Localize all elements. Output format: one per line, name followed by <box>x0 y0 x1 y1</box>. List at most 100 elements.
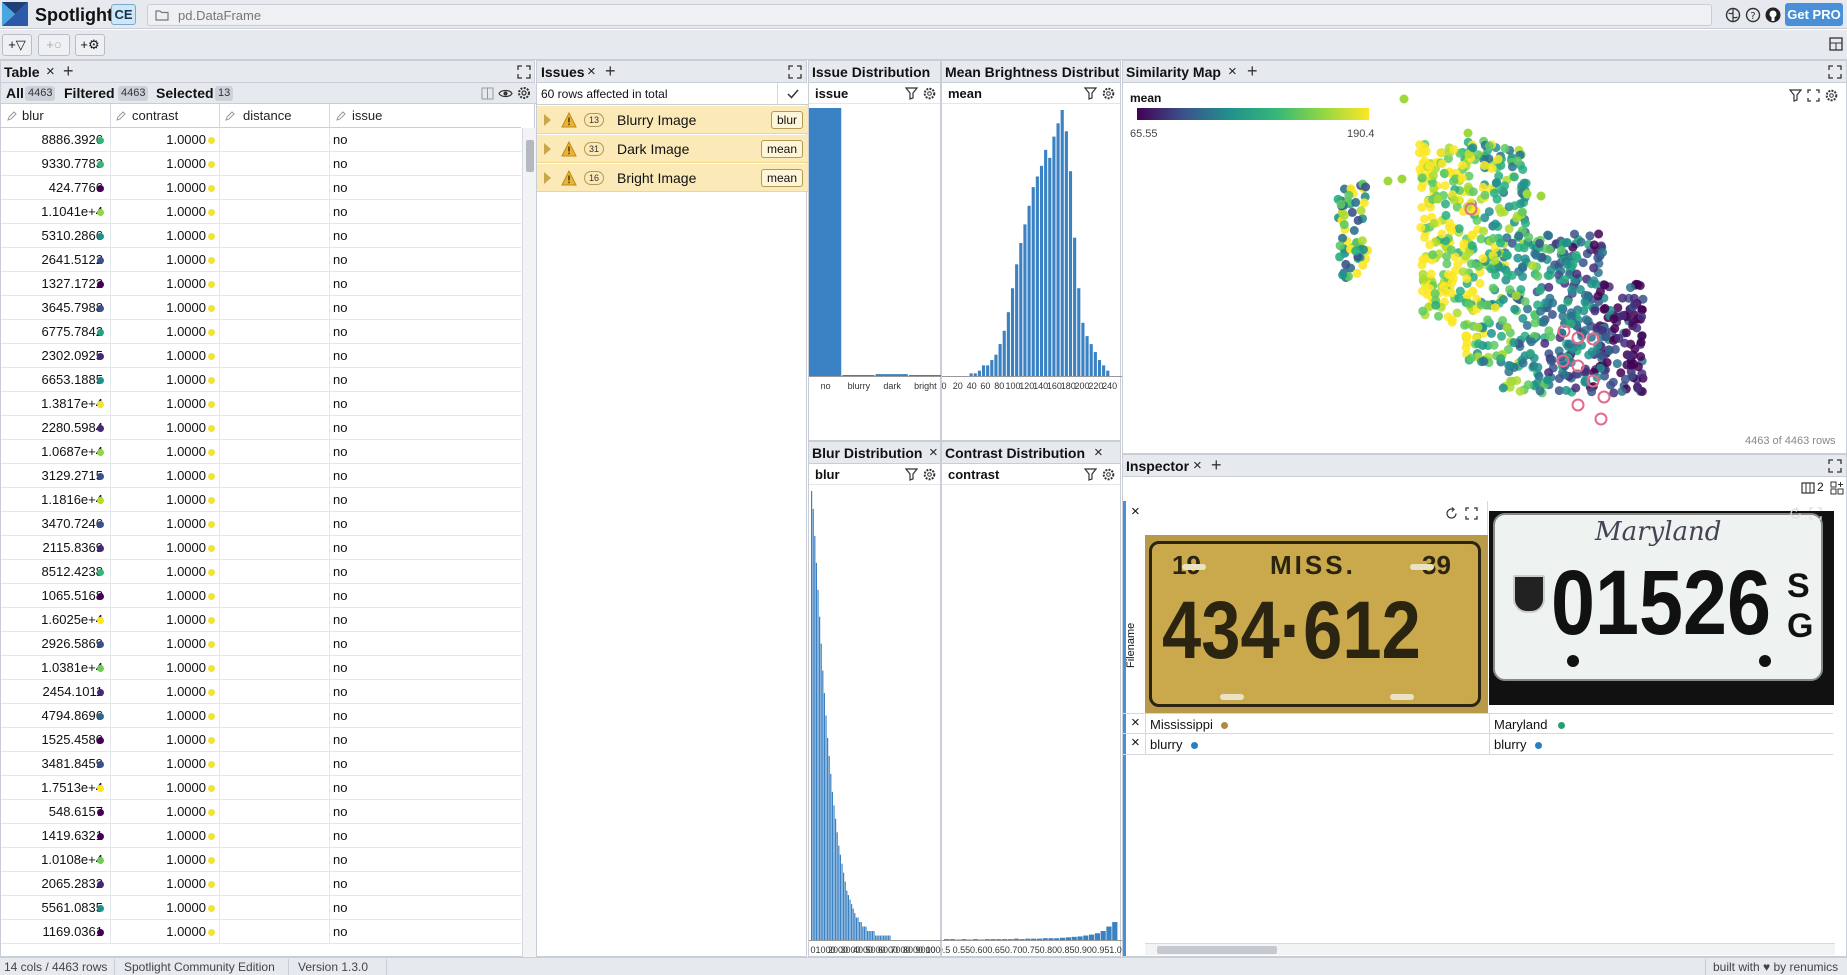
scatter-point[interactable] <box>1347 207 1357 217</box>
datasource-field[interactable]: pd.DataFrame <box>147 4 1712 26</box>
scatter-point[interactable] <box>1463 128 1473 138</box>
issue-column-chip[interactable]: blur <box>771 111 804 129</box>
scatter-point[interactable] <box>1589 276 1599 286</box>
scatter-point[interactable] <box>1441 210 1451 220</box>
scatter-point[interactable] <box>1442 259 1452 269</box>
bar-no[interactable] <box>809 108 842 376</box>
scatter-point[interactable] <box>1546 265 1556 275</box>
bar[interactable] <box>1112 922 1118 940</box>
scatter-point[interactable] <box>1594 229 1604 239</box>
bar[interactable] <box>827 737 829 940</box>
scatter-point[interactable] <box>1544 282 1554 292</box>
bar[interactable] <box>843 872 845 940</box>
column-header-contrast[interactable]: contrast <box>132 108 178 123</box>
scatter-point[interactable] <box>1515 386 1525 396</box>
bar[interactable] <box>1002 939 1008 940</box>
scatter-point[interactable] <box>1351 197 1361 207</box>
expand-icon[interactable] <box>544 172 551 184</box>
maximize-icon[interactable] <box>517 65 531 79</box>
all-rows-label[interactable]: All <box>6 85 24 101</box>
scatter-point[interactable] <box>1518 358 1528 368</box>
table-row[interactable]: 3470.7246 1.0000 no <box>1 512 521 536</box>
filter-icon[interactable] <box>905 87 918 100</box>
scatter-point[interactable] <box>1633 362 1643 372</box>
table-row[interactable]: 1327.1722 1.0000 no <box>1 272 521 296</box>
bar[interactable] <box>996 939 1002 940</box>
scatter-point[interactable] <box>1572 269 1582 279</box>
scatter-point[interactable] <box>1428 250 1438 260</box>
scatter-point[interactable] <box>1548 298 1558 308</box>
add-filter-button[interactable]: +▽ <box>2 34 32 56</box>
scatter-point[interactable] <box>1557 245 1566 255</box>
scatter-point[interactable] <box>1464 299 1474 309</box>
bar[interactable] <box>1060 110 1064 376</box>
close-icon[interactable]: × <box>587 63 596 80</box>
add-tab-icon[interactable]: + <box>63 61 74 82</box>
scatter-point[interactable] <box>1547 310 1557 319</box>
bar-dark[interactable] <box>875 374 908 376</box>
table-row[interactable]: 2115.8369 1.0000 no <box>1 536 521 560</box>
scatter-point[interactable] <box>1614 333 1624 343</box>
scatter-point[interactable] <box>1358 260 1368 270</box>
scatter-point[interactable] <box>1637 312 1647 322</box>
bar[interactable] <box>1010 288 1015 376</box>
issue-item[interactable]: 13 Blurry Image blur <box>537 106 808 134</box>
table-row[interactable]: 1169.0361 1.0000 no <box>1 920 521 944</box>
table-row[interactable]: 2926.5869 1.0000 no <box>1 632 521 656</box>
bar[interactable] <box>973 939 979 940</box>
close-icon[interactable]: × <box>929 444 938 461</box>
table-row[interactable]: 1.6025e+4 1.0000 no <box>1 608 521 632</box>
scatter-point[interactable] <box>1480 213 1490 223</box>
scatter-point[interactable] <box>1356 206 1366 215</box>
scatter-point[interactable] <box>1563 297 1573 307</box>
bar[interactable] <box>1013 938 1019 940</box>
scatter-point[interactable] <box>1466 353 1476 363</box>
scatter-point[interactable] <box>1425 240 1435 250</box>
scatter-point[interactable] <box>1554 374 1564 383</box>
table-row[interactable]: 8512.4238 1.0000 no <box>1 560 521 584</box>
tab-table[interactable]: Table <box>4 64 40 80</box>
bar[interactable] <box>1083 935 1089 940</box>
bar[interactable] <box>1036 938 1042 940</box>
maximize-icon[interactable] <box>788 65 802 79</box>
maximize-icon[interactable] <box>1828 459 1842 473</box>
scatter-point[interactable] <box>1462 338 1472 348</box>
table-row[interactable]: 1525.4580 1.0000 no <box>1 728 521 752</box>
scatter-point[interactable] <box>1428 171 1438 181</box>
image-card[interactable]: 19 MISS. 39 434·612 <box>1145 501 1488 713</box>
scatter-point[interactable] <box>1462 274 1472 284</box>
scatter-point[interactable] <box>1383 176 1393 186</box>
bar[interactable] <box>1031 187 1035 376</box>
bar[interactable] <box>847 895 849 940</box>
scatter-point[interactable] <box>1609 314 1619 324</box>
expand-icon[interactable] <box>1465 507 1478 520</box>
gear-icon[interactable] <box>517 86 531 100</box>
bar[interactable] <box>889 935 891 940</box>
table-row[interactable]: 8886.3926 1.0000 no <box>1 128 521 152</box>
column-header-distance[interactable]: distance <box>243 108 291 123</box>
bar[interactable] <box>1023 224 1027 376</box>
bar[interactable] <box>1060 937 1066 940</box>
add-similarity-filter-button[interactable]: +○ <box>38 34 70 56</box>
scatter-point[interactable] <box>1533 271 1543 281</box>
scatter-point[interactable] <box>1490 255 1500 265</box>
get-pro-button[interactable]: Get PRO <box>1785 3 1843 26</box>
bar[interactable] <box>870 931 872 940</box>
scatter-point[interactable] <box>1497 185 1507 195</box>
bar[interactable] <box>823 693 825 940</box>
scatter-point[interactable] <box>1589 240 1599 250</box>
scatter-point[interactable] <box>1609 388 1619 398</box>
scatter-point[interactable] <box>1536 191 1546 201</box>
tab-brightness-distribution[interactable]: Mean Brightness Distribut <box>945 64 1119 80</box>
table-row[interactable]: 1.0108e+4 1.0000 no <box>1 848 521 872</box>
table-row[interactable]: 2641.5122 1.0000 no <box>1 248 521 272</box>
scatter-point[interactable] <box>1530 318 1540 328</box>
bar[interactable] <box>873 931 875 940</box>
scatter-point[interactable] <box>1510 201 1520 211</box>
bar[interactable] <box>855 917 857 940</box>
table-row[interactable]: 2302.0925 1.0000 no <box>1 344 521 368</box>
gear-icon[interactable] <box>923 468 936 481</box>
maximize-icon[interactable] <box>1828 65 1842 79</box>
bar[interactable] <box>1015 264 1019 376</box>
scatter-point[interactable] <box>1602 358 1612 367</box>
